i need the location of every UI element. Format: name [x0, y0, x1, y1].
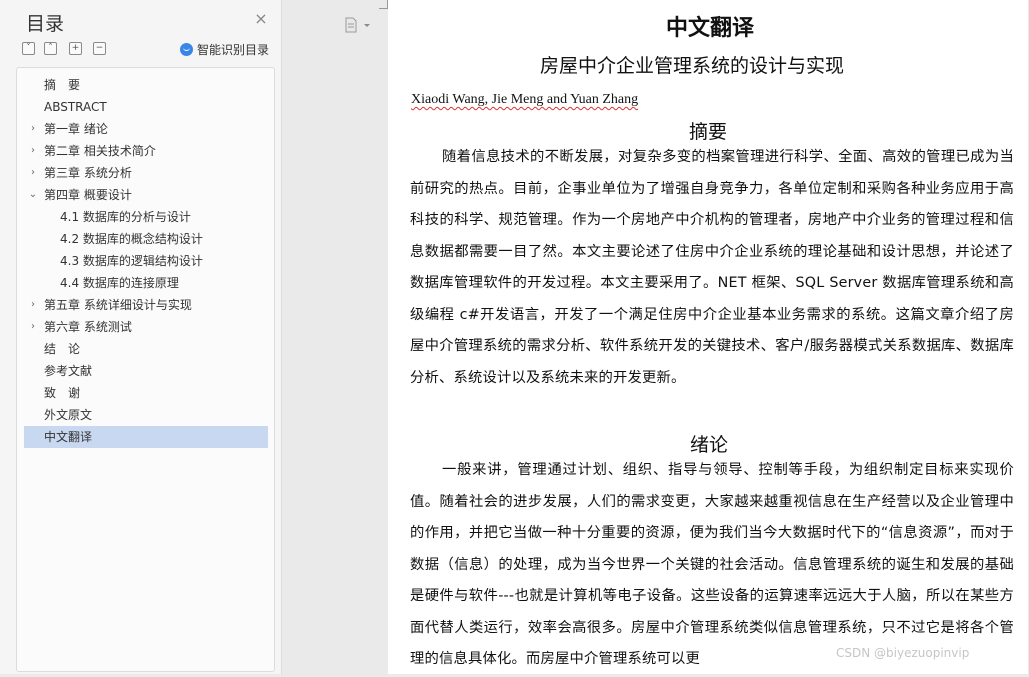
toc-item-label: 摘 要	[44, 78, 81, 92]
smart-toc-icon	[180, 43, 193, 56]
toc-item-label: 4.2 数据库的概念结构设计	[60, 232, 203, 246]
toc-item-label: 参考文献	[44, 364, 93, 378]
toc-item[interactable]: 致 谢	[24, 382, 268, 404]
toc-item-label: ABSTRACT	[44, 100, 107, 114]
toc-item-label: 4.3 数据库的逻辑结构设计	[60, 254, 203, 268]
toc-item-label: 外文原文	[44, 408, 93, 422]
expand-all-icon[interactable]: ˄	[44, 42, 57, 55]
toc-item-label: 4.4 数据库的连接原理	[60, 276, 179, 290]
document-title: 中文翻译	[666, 16, 755, 41]
introduction-heading: 绪论	[690, 434, 729, 456]
toc-item[interactable]: › 第二章 相关技术简介	[24, 140, 268, 162]
page-corner-mark	[379, 8, 388, 9]
toc-item-label: 致 谢	[44, 386, 81, 400]
toc-item-label: 结 论	[44, 342, 81, 356]
add-heading-icon[interactable]: +	[69, 42, 82, 55]
chevron-right-icon[interactable]: ›	[28, 162, 38, 184]
toc-item[interactable]: 4.1 数据库的分析与设计	[24, 206, 268, 228]
collapse-all-icon[interactable]: ˅	[22, 42, 35, 55]
chevron-right-icon[interactable]: ›	[28, 118, 38, 140]
toc-item-label: 第一章 绪论	[44, 122, 108, 136]
toc-item[interactable]: › 第五章 系统详细设计与实现	[24, 294, 268, 316]
toc-title: 目录	[26, 13, 65, 35]
abstract-paragraph: 随着信息技术的不断发展，对复杂多变的档案管理进行科学、全面、高效的管理已成为当前…	[410, 149, 1014, 386]
abstract-heading: 摘要	[689, 121, 728, 143]
toc-item[interactable]: 4.2 数据库的概念结构设计	[24, 228, 268, 250]
toc-item[interactable]: 参考文献	[24, 360, 268, 382]
toc-item[interactable]: ABSTRACT	[24, 96, 268, 118]
toc-item-label: 中文翻译	[44, 430, 93, 444]
toc-item[interactable]: › 第三章 系统分析	[24, 162, 268, 184]
toc-item[interactable]: › 第一章 绪论	[24, 118, 268, 140]
toc-item-label: 第五章 系统详细设计与实现	[44, 298, 192, 312]
close-icon[interactable]: ×	[253, 11, 269, 27]
toc-item[interactable]: 4.3 数据库的逻辑结构设计	[24, 250, 268, 272]
toc-item[interactable]: › 第六章 系统测试	[24, 316, 268, 338]
smart-toc-label: 智能识别目录	[197, 43, 270, 57]
toc-item-label: 第六章 系统测试	[44, 320, 132, 334]
toc-item[interactable]: 摘 要	[24, 74, 268, 96]
toc-item[interactable]: 中文翻译	[24, 426, 268, 448]
toc-list: 摘 要 ABSTRACT › 第一章 绪论 › 第二章 相关技术简介 › 第三章 系统分析 ⌄ 第…	[16, 67, 275, 672]
toc-panel: 目录 × ˅ ˄ + − 智能识别目录 摘 要 ABSTRACT › 第一章 绪论 › 第…	[0, 0, 282, 674]
toc-item[interactable]: ⌄ 第四章 概要设计	[24, 184, 268, 206]
toc-item[interactable]: 4.4 数据库的连接原理	[24, 272, 268, 294]
toc-item[interactable]: 结 论	[24, 338, 268, 360]
toc-item-label: 第三章 系统分析	[44, 166, 132, 180]
chevron-right-icon[interactable]: ›	[28, 316, 38, 338]
toc-item[interactable]: 外文原文	[24, 404, 268, 426]
smart-toc-button[interactable]: 智能识别目录	[180, 41, 269, 58]
chevron-right-icon[interactable]: ›	[28, 294, 38, 316]
toc-item-label: 4.1 数据库的分析与设计	[60, 210, 191, 224]
document-authors: Xiaodi Wang, Jie Meng and Yuan Zhang	[411, 92, 638, 108]
watermark: CSDN @biyezuopinvip	[836, 646, 970, 660]
chevron-right-icon[interactable]: ›	[28, 140, 38, 162]
document-icon[interactable]	[345, 17, 373, 33]
toc-item-label: 第二章 相关技术简介	[44, 144, 156, 158]
toc-item-label: 第四章 概要设计	[44, 188, 132, 202]
document-page[interactable]: 中文翻译 房屋中介企业管理系统的设计与实现 Xiaodi Wang, Jie M…	[388, 0, 1028, 674]
introduction-paragraph: 一般来讲，管理通过计划、组织、指导与领导、控制等手段，为组织制定目标来实现价值。…	[410, 462, 1014, 667]
document-subtitle: 房屋中介企业管理系统的设计与实现	[540, 55, 845, 77]
authors-text: Xiaodi Wang, Jie Meng and Yuan Zhang	[411, 92, 639, 107]
remove-heading-icon[interactable]: −	[93, 42, 106, 55]
chevron-down-icon[interactable]: ⌄	[28, 184, 38, 206]
